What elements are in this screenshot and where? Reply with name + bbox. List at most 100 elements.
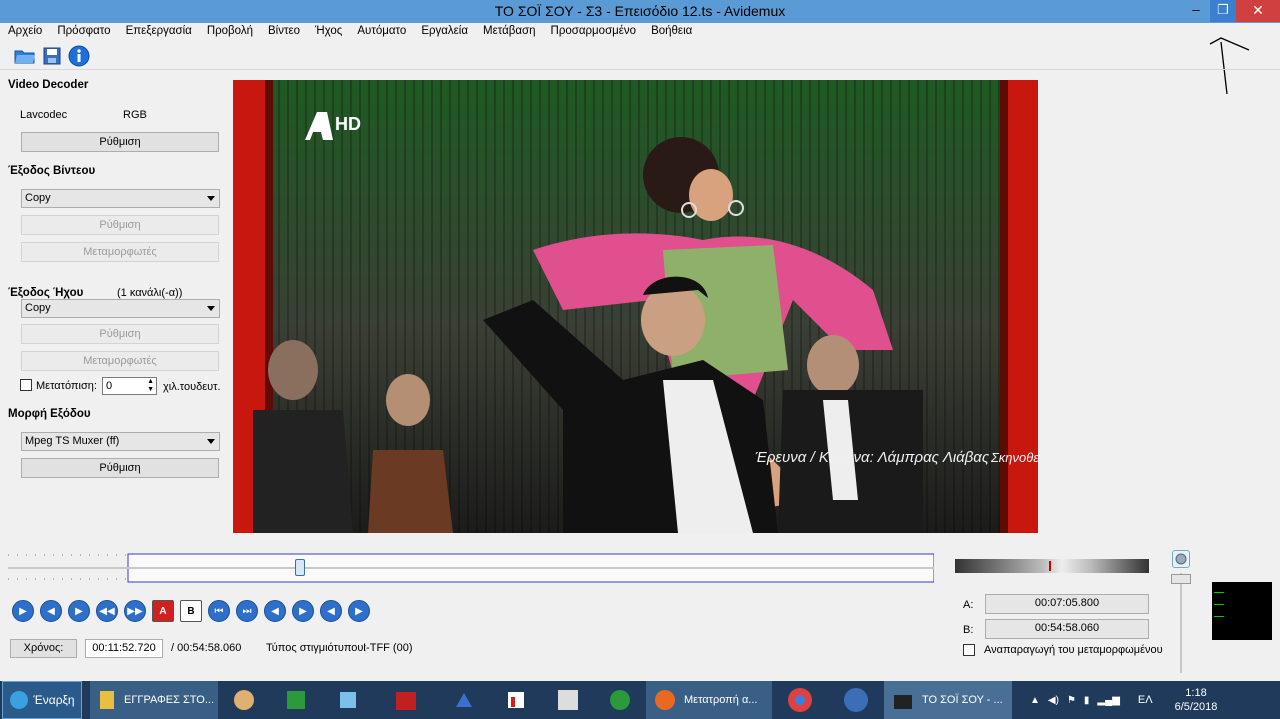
start-button[interactable]: Έναρξη <box>2 681 82 719</box>
audio-channels: (1 κανάλι(-α)) <box>117 287 183 299</box>
store-icon[interactable] <box>270 681 322 719</box>
audio-config-button[interactable]: Ρύθμιση <box>21 324 219 344</box>
video-preview: HD Έρευνα / Κείμενα: Λάμπρας Λιάβας Σκην… <box>233 80 1038 533</box>
taskbar-item-folder[interactable]: ΕΓΓΡΑΦΕΣ ΣΤΟ... <box>90 681 218 719</box>
shift-unit: χιλ.τουδευτ. <box>163 381 221 393</box>
video-decoder-title: Video Decoder <box>8 79 89 91</box>
audio-output-select[interactable]: Copy <box>21 299 220 318</box>
clapperboard-icon <box>894 695 912 709</box>
volume-icon[interactable]: ◀) <box>1048 695 1059 706</box>
prev-keyframe-button[interactable]: ◀◀ <box>96 600 118 622</box>
volume-slider-thumb[interactable] <box>1171 574 1191 584</box>
menu-custom[interactable]: Προσαρμοσμένο <box>551 23 637 41</box>
power-icon[interactable]: ▮ <box>1084 695 1090 706</box>
menu-edit[interactable]: Επεξεργασία <box>126 23 192 41</box>
output-format-title: Μορφή Εξόδου <box>8 408 91 420</box>
firefox-icon <box>655 690 675 710</box>
notes-icon[interactable] <box>322 681 374 719</box>
flag-icon[interactable]: ⚑ <box>1067 695 1076 706</box>
menu-tools[interactable]: Εργαλεία <box>421 23 468 41</box>
go-end-button[interactable]: ⏭ <box>236 600 258 622</box>
chrome-icon[interactable] <box>772 681 828 719</box>
chart-app-icon[interactable] <box>490 681 542 719</box>
go-marker-b-button[interactable]: ▶ <box>348 600 370 622</box>
decoder-codec: Lavcodec <box>20 109 68 121</box>
set-marker-a-button[interactable]: A <box>152 600 174 622</box>
video-filters-button[interactable]: Μεταμορφωτές <box>21 242 219 262</box>
total-time: / 00:54:58.060 <box>171 642 242 654</box>
marker-a-label: A: <box>963 599 974 611</box>
output-format-select[interactable]: Mpeg TS Muxer (ff) <box>21 432 220 451</box>
restore-button[interactable]: ❐ <box>1210 0 1236 22</box>
timeline-slider[interactable] <box>8 553 935 583</box>
next-frame-button[interactable]: ▶ <box>68 600 90 622</box>
taskbar-firefox-label: Μετατροπή α... <box>684 694 758 706</box>
shift-spinbox[interactable]: 0 ▲ ▼ <box>102 377 157 395</box>
video-output-select[interactable]: Copy <box>21 189 220 208</box>
menu-auto[interactable]: Αυτόματο <box>357 23 406 41</box>
video-output-value: Copy <box>25 192 51 204</box>
internet-download-icon[interactable] <box>594 681 646 719</box>
format-config-button[interactable]: Ρύθμιση <box>21 458 219 478</box>
decoder-config-button[interactable]: Ρύθμιση <box>21 132 219 152</box>
download-icon[interactable] <box>374 681 438 719</box>
audio-filters-button[interactable]: Μεταμορφωτές <box>21 351 219 371</box>
volume-meter <box>955 559 1149 573</box>
next-black-button[interactable]: ▶ <box>292 600 314 622</box>
go-start-button[interactable]: ⏮ <box>208 600 230 622</box>
network-tool-icon[interactable] <box>438 681 490 719</box>
calendar-icon[interactable] <box>542 681 594 719</box>
qbittorrent-icon[interactable] <box>828 681 884 719</box>
paint-icon[interactable] <box>218 681 270 719</box>
volume-marker <box>1049 561 1051 571</box>
frame-type-value: I-TFF (00) <box>363 642 413 654</box>
current-time-field[interactable]: 00:11:52.720 <box>85 639 163 658</box>
speaker-icon[interactable] <box>1172 550 1190 568</box>
system-tray: ▲ ◀) ⚑ ▮ ▂▄▆ <box>1030 695 1120 706</box>
credits-text: Έρευνα / Κείμενα: Λάμπρας Λιάβας <box>755 449 990 466</box>
timeline-thumb[interactable] <box>295 559 305 576</box>
menu-audio[interactable]: Ήχος <box>315 23 342 41</box>
menu-video[interactable]: Βίντεο <box>268 23 300 41</box>
prev-frame-button[interactable]: ◀ <box>40 600 62 622</box>
volume-track[interactable] <box>1180 573 1182 673</box>
folder-icon <box>100 691 114 709</box>
audio-output-value: Copy <box>25 302 51 314</box>
marker-a-time[interactable]: 00:07:05.800 <box>985 594 1149 614</box>
wifi-icon[interactable]: ▂▄▆ <box>1097 695 1119 706</box>
taskbar-item-avidemux[interactable]: ΤΟ ΣΟΪ ΣΟΥ - ... <box>884 681 1012 719</box>
spin-arrows-icon[interactable]: ▲ ▼ <box>147 378 154 394</box>
menu-go[interactable]: Μετάβαση <box>483 23 536 41</box>
channel-logo-text: HD <box>335 114 361 134</box>
shift-checkbox[interactable] <box>20 379 32 391</box>
go-marker-a-button[interactable]: ◀ <box>320 600 342 622</box>
menu-file[interactable]: Αρχείο <box>8 23 42 41</box>
taskbar-item-firefox[interactable]: Μετατροπή α... <box>646 681 772 719</box>
menu-recent[interactable]: Πρόσφατο <box>57 23 110 41</box>
clock[interactable]: 1:18 6/5/2018 <box>1175 686 1218 714</box>
close-button[interactable]: ✕ <box>1236 0 1280 22</box>
prev-black-button[interactable]: ◀ <box>264 600 286 622</box>
next-keyframe-button[interactable]: ▶▶ <box>124 600 146 622</box>
output-format-value: Mpeg TS Muxer (ff) <box>25 435 120 447</box>
window-title: ΤΟ ΣΟΪ ΣΟΥ - Σ3 - Επεισόδιο 12.ts - Avid… <box>494 3 786 19</box>
credits-text-2: Σκηνοθεσ <box>990 450 1038 465</box>
left-panel: Video Decoder Lavcodec RGB Ρύθμιση Έξοδο… <box>0 72 228 492</box>
title-bar: ΤΟ ΣΟΪ ΣΟΥ - Σ3 - Επεισόδιο 12.ts - Avid… <box>0 0 1280 23</box>
menu-view[interactable]: Προβολή <box>207 23 253 41</box>
play-filtered-checkbox[interactable] <box>963 644 975 656</box>
tray-chevron-icon[interactable]: ▲ <box>1030 695 1040 706</box>
save-floppy-icon[interactable] <box>41 45 63 67</box>
open-folder-icon[interactable] <box>14 45 36 67</box>
info-icon[interactable] <box>68 45 90 67</box>
play-filtered-label: Αναπαραγωγή του μεταμορφωμένου <box>984 644 1163 656</box>
set-marker-b-button[interactable]: B <box>180 600 202 622</box>
play-button[interactable]: ▶ <box>12 600 34 622</box>
menu-help[interactable]: Βοήθεια <box>651 23 692 41</box>
marker-b-time[interactable]: 00:54:58.060 <box>985 619 1149 639</box>
video-config-button[interactable]: Ρύθμιση <box>21 215 219 235</box>
minimize-button[interactable]: – <box>1182 0 1210 22</box>
language-indicator[interactable]: ΕΛ <box>1138 694 1153 706</box>
time-button[interactable]: Χρόνος: <box>10 639 77 658</box>
chevron-down-icon <box>207 196 215 201</box>
